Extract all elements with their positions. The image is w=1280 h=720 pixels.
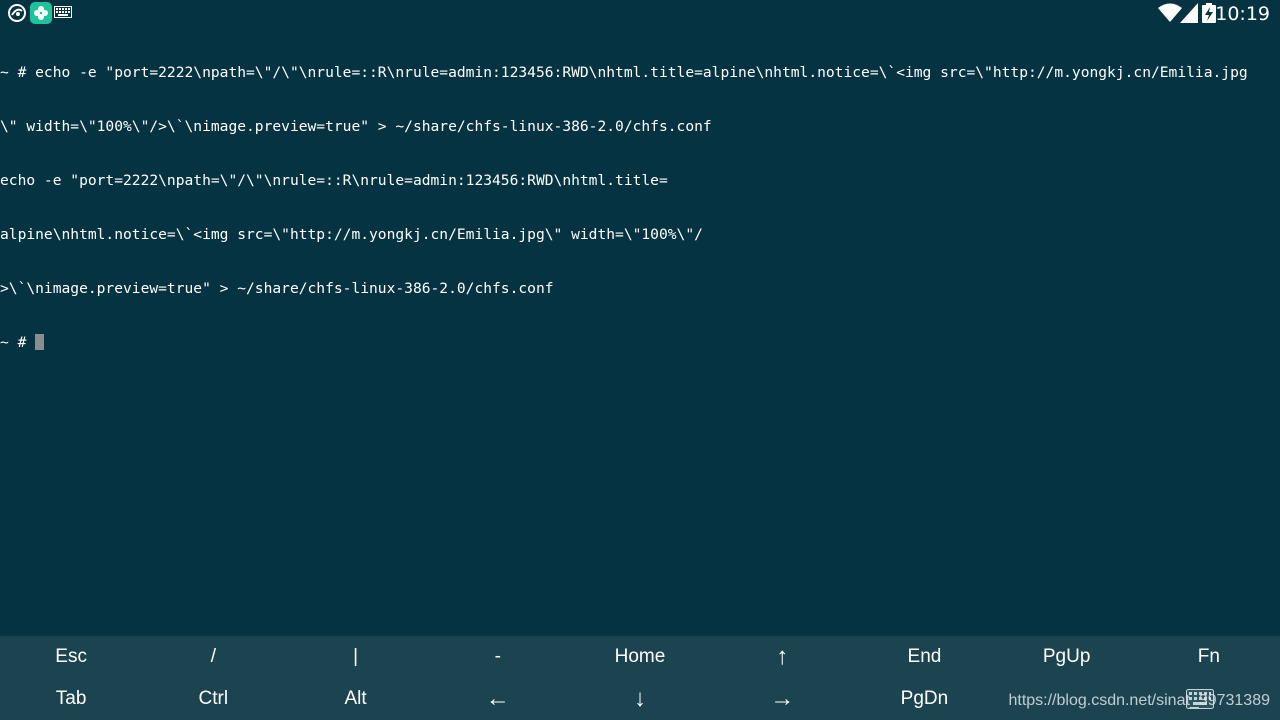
terminal-line: >\`\nimage.preview=true" > ~/share/chfs-… [0, 280, 554, 297]
extra-keys-row-1: Esc / | - Home ↑ End PgUp Fn [0, 636, 1280, 678]
fn-key[interactable]: Fn [1138, 636, 1280, 678]
alt-key[interactable]: Alt [284, 678, 426, 720]
pgdn-key[interactable]: PgDn [853, 678, 995, 720]
app-notification-icon [8, 4, 26, 22]
keyboard-notification-icon [54, 6, 72, 18]
arrow-left-key[interactable]: ← [427, 678, 569, 720]
terminal-line: alpine\nhtml.notice=\`<img src=\"http://… [0, 226, 703, 243]
clover-app-icon [30, 2, 52, 24]
terminal-prompt-line[interactable]: ~ # [0, 334, 1280, 352]
end-key[interactable]: End [853, 636, 995, 678]
shell-prompt: ~ # [0, 334, 36, 351]
wifi-icon [1158, 3, 1182, 22]
pipe-key[interactable]: | [284, 636, 426, 678]
tab-key[interactable]: Tab [0, 678, 142, 720]
terminal-line: \" width=\"100%\"/>\`\nimage.preview=tru… [0, 118, 712, 135]
terminal-view[interactable]: ~ # echo -e "port=2222\npath=\"/\"\nrule… [0, 28, 1280, 633]
terminal-line: echo -e "port=2222\npath=\"/\"\nrule=::R… [0, 172, 668, 189]
pgup-key[interactable]: PgUp [996, 636, 1138, 678]
status-bar: 10:19 [0, 0, 1280, 26]
dash-key[interactable]: - [427, 636, 569, 678]
arrow-down-key[interactable]: ↓ [569, 678, 711, 720]
watermark: https://blog.csdn.net/sinat_39731389 [1008, 692, 1270, 709]
slash-key[interactable]: / [142, 636, 284, 678]
arrow-right-key[interactable]: → [711, 678, 853, 720]
home-key[interactable]: Home [569, 636, 711, 678]
terminal-cursor [35, 334, 45, 350]
status-clock: 10:19 [1215, 3, 1270, 25]
arrow-up-key[interactable]: ↑ [711, 636, 853, 678]
ctrl-key[interactable]: Ctrl [142, 678, 284, 720]
cellular-signal-icon [1180, 3, 1198, 23]
termux-screen: 10:19 ~ # echo -e "port=2222\npath=\"/\"… [0, 0, 1280, 720]
battery-charging-icon [1202, 3, 1216, 23]
esc-key[interactable]: Esc [0, 636, 142, 678]
terminal-line: ~ # echo -e "port=2222\npath=\"/\"\nrule… [0, 64, 1248, 81]
